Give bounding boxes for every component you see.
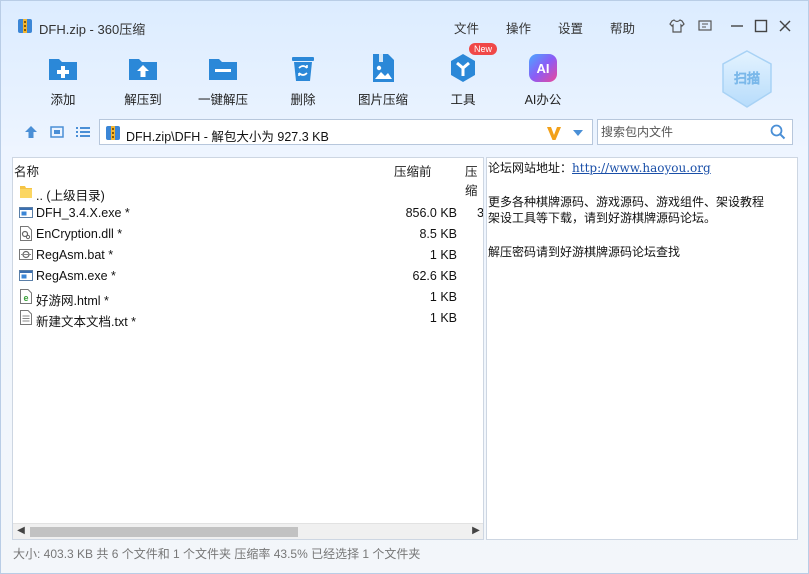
scan-label: 扫描 — [734, 71, 760, 87]
file-size: 1 KB — [429, 311, 457, 325]
table-row[interactable]: .. (上级目录) — [13, 181, 483, 203]
close-icon[interactable] — [776, 17, 794, 35]
ai-icon-text: AI — [537, 61, 550, 76]
file-name: DFH_3.4.X.exe * — [36, 206, 130, 220]
add-button[interactable]: 添加 — [23, 49, 103, 109]
file-name: EnCryption.dll * — [36, 227, 123, 241]
chevron-down-icon[interactable] — [572, 128, 584, 138]
search-box[interactable] — [597, 119, 793, 145]
up-arrow-icon[interactable] — [23, 125, 39, 139]
file-size: 1 KB — [429, 290, 457, 304]
scrollbar-thumb[interactable] — [30, 527, 298, 537]
table-row[interactable]: EnCryption.dll * 8.5 KB — [13, 223, 483, 244]
file-name: RegAsm.exe * — [36, 269, 116, 283]
exe-file-icon — [19, 270, 33, 281]
menu-settings[interactable]: 设置 — [558, 18, 583, 37]
delete-label: 删除 — [290, 93, 316, 107]
delete-button[interactable]: 删除 — [263, 49, 343, 109]
table-row[interactable]: e 好游网.html * 1 KB — [13, 286, 483, 308]
new-badge: New — [469, 43, 498, 55]
add-folder-icon — [49, 59, 77, 80]
one-click-extract-icon — [209, 59, 237, 80]
forum-link[interactable]: http://www.haoyou.org — [572, 161, 711, 175]
zip-file-icon — [106, 126, 120, 140]
app-window: DFH.zip - 360压缩 文件 操作 设置 帮助 添加 解压到 一键解压 … — [0, 0, 809, 574]
file-size: 8.5 KB — [419, 227, 457, 241]
scan-shield-icon: 扫描 — [722, 50, 772, 108]
file-compressed-size: 3 — [477, 206, 484, 220]
search-icon[interactable] — [770, 124, 786, 140]
tools-icon — [451, 54, 475, 82]
ai-office-label: AI办公 — [524, 93, 562, 107]
image-compress-icon — [373, 54, 394, 82]
folder-icon — [20, 186, 32, 198]
scroll-left-icon[interactable]: ◀ — [14, 525, 28, 536]
tools-button[interactable]: New 工具 — [423, 43, 503, 109]
extract-to-icon — [129, 59, 157, 80]
file-size: 62.6 KB — [412, 269, 457, 283]
title-bar: DFH.zip - 360压缩 文件 操作 设置 帮助 — [1, 1, 808, 41]
one-click-extract-button[interactable]: 一键解压 — [183, 49, 263, 109]
thumbnail-view-icon[interactable] — [49, 125, 65, 139]
file-size: 1 KB — [429, 248, 457, 262]
comment-site-label: 论坛网站地址： — [488, 161, 573, 175]
window-title: DFH.zip - 360压缩 — [39, 22, 146, 37]
table-row[interactable]: RegAsm.exe * 62.6 KB — [13, 265, 483, 286]
trash-icon — [292, 57, 314, 81]
feedback-icon[interactable] — [696, 17, 714, 35]
list-view-icon[interactable] — [75, 125, 91, 139]
exe-file-icon — [19, 207, 33, 218]
menu-file[interactable]: 文件 — [454, 18, 479, 37]
zip-app-icon — [18, 19, 32, 33]
status-bar: 大小: 403.3 KB 共 6 个文件和 1 个文件夹 压缩率 43.5% 已… — [13, 547, 421, 561]
comment-line-1: 论坛网站地址：http://www.haoyou.org — [488, 159, 711, 176]
horizontal-scrollbar[interactable]: ◀ ▶ — [13, 523, 483, 539]
file-size: 856.0 KB — [405, 206, 457, 220]
bat-file-icon — [19, 249, 33, 260]
add-label: 添加 — [50, 93, 76, 107]
scan-button[interactable]: 扫描 — [719, 49, 775, 109]
table-row[interactable]: RegAsm.bat * 1 KB — [13, 244, 483, 265]
html-file-icon: e — [20, 289, 32, 304]
menu-operate[interactable]: 操作 — [506, 18, 531, 37]
path-text: DFH.zip\DFH - 解包大小为 927.3 KB — [126, 130, 329, 144]
table-row[interactable]: 新建文本文档.txt * 1 KB — [13, 307, 483, 329]
column-name-header[interactable]: 名称 — [14, 161, 39, 180]
maximize-icon[interactable] — [752, 17, 770, 35]
table-row[interactable]: DFH_3.4.X.exe * 856.0 KB 3 — [13, 202, 483, 223]
path-bar[interactable]: DFH.zip\DFH - 解包大小为 927.3 KB — [99, 119, 593, 145]
skin-icon[interactable] — [668, 17, 686, 35]
extract-to-label: 解压到 — [124, 93, 162, 107]
comment-line-2: 更多各种棋牌源码、游戏源码、游戏组件、架设教程 — [488, 195, 765, 209]
file-name: 新建文本文档.txt * — [36, 315, 137, 329]
comment-line-3: 架设工具等下载，请到好游棋牌源码论坛。 — [488, 211, 717, 225]
minimize-icon[interactable] — [728, 17, 746, 35]
menu-help[interactable]: 帮助 — [610, 18, 635, 37]
txt-file-icon — [20, 310, 32, 325]
scroll-right-icon[interactable]: ▶ — [469, 525, 483, 536]
ai-office-button[interactable]: AI AI办公 — [503, 49, 583, 109]
image-compress-label: 图片压缩 — [357, 93, 408, 107]
tools-label: 工具 — [450, 93, 476, 107]
extract-to-button[interactable]: 解压到 — [103, 49, 183, 109]
column-size-header[interactable]: 压缩前 — [394, 161, 432, 180]
svg-text:e: e — [23, 293, 28, 303]
verify-v-icon[interactable] — [546, 125, 562, 141]
comment-pane: 论坛网站地址：http://www.haoyou.org 更多各种棋牌源码、游戏… — [486, 157, 798, 540]
search-input[interactable] — [601, 124, 761, 140]
dll-file-icon — [20, 226, 32, 241]
image-compress-button[interactable]: 图片压缩 — [343, 49, 423, 109]
comment-line-4: 解压密码请到好游棋牌源码论坛查找 — [488, 245, 681, 259]
ai-office-icon: AI — [529, 54, 557, 82]
one-click-extract-label: 一键解压 — [197, 93, 248, 107]
file-name: RegAsm.bat * — [36, 248, 114, 262]
file-list[interactable]: 名称 压缩前 压缩 .. (上级目录) DFH_3.4.X.exe * 856.… — [12, 157, 484, 540]
